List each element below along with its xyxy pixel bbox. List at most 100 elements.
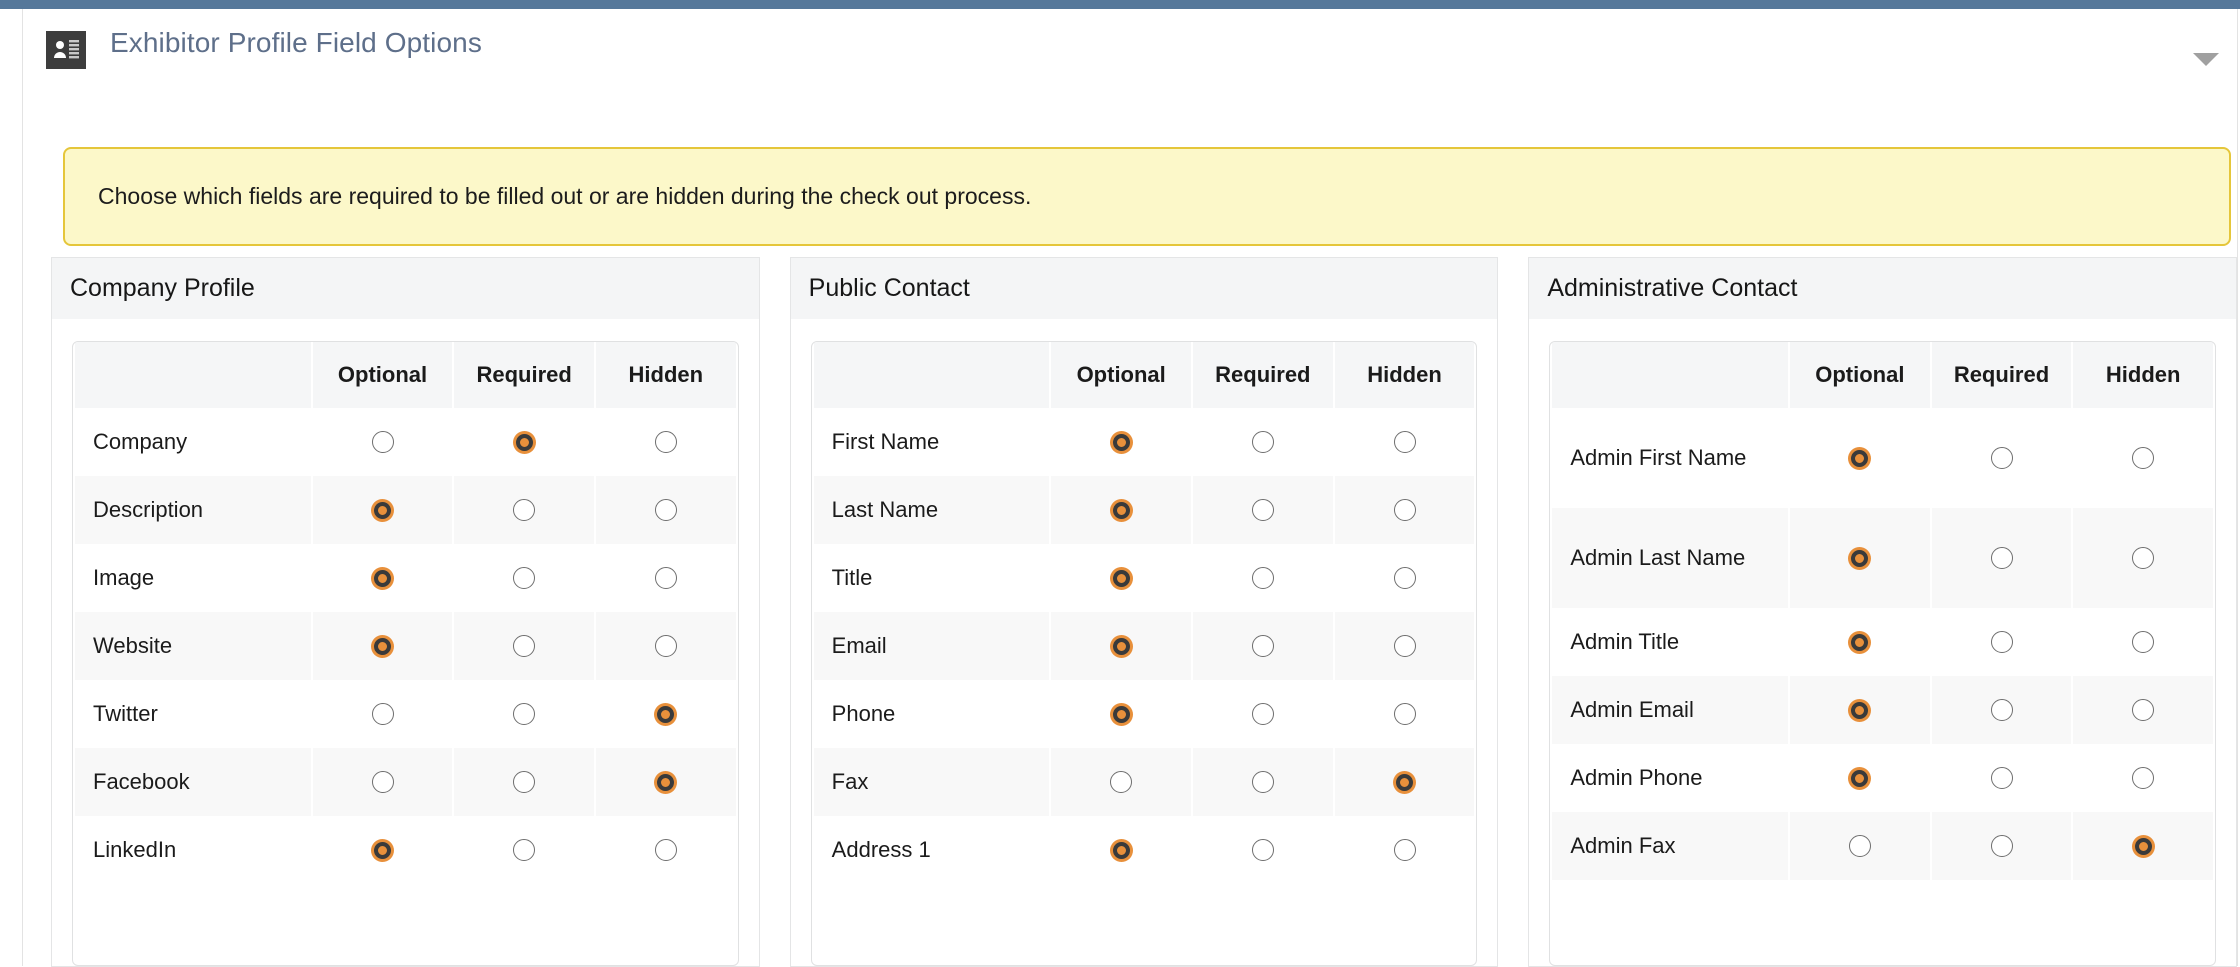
radio-cell-optional[interactable] xyxy=(312,612,453,680)
radio-hidden-admin-fax[interactable] xyxy=(2131,834,2155,858)
radio-hidden-twitter[interactable] xyxy=(654,702,678,726)
radio-optional-admin-email[interactable] xyxy=(1848,698,1872,722)
radio-optional-admin-first-name[interactable] xyxy=(1848,446,1872,470)
radio-cell-optional[interactable] xyxy=(1790,812,1930,880)
radio-required-admin-first-name[interactable] xyxy=(1990,447,2013,469)
radio-cell-hidden[interactable] xyxy=(1334,612,1475,680)
radio-optional-admin-phone[interactable] xyxy=(1848,766,1872,790)
radio-hidden-email[interactable] xyxy=(1393,635,1416,657)
radio-cell-optional[interactable] xyxy=(312,680,453,748)
radio-cell-required[interactable] xyxy=(1931,608,2072,676)
radio-cell-required[interactable] xyxy=(454,476,594,544)
radio-hidden-title[interactable] xyxy=(1393,567,1416,589)
radio-cell-hidden[interactable] xyxy=(2073,744,2214,812)
radio-cell-optional[interactable] xyxy=(1790,508,1930,608)
radio-cell-required[interactable] xyxy=(454,544,594,612)
radio-cell-required[interactable] xyxy=(454,816,594,884)
radio-cell-hidden[interactable] xyxy=(2073,812,2214,880)
radio-cell-optional[interactable] xyxy=(1790,676,1930,744)
radio-cell-optional[interactable] xyxy=(1790,744,1930,812)
radio-required-admin-email[interactable] xyxy=(1990,699,2013,721)
radio-cell-required[interactable] xyxy=(454,612,594,680)
radio-optional-twitter[interactable] xyxy=(371,703,394,725)
radio-cell-hidden[interactable] xyxy=(595,680,736,748)
radio-cell-required[interactable] xyxy=(1193,680,1333,748)
radio-cell-hidden[interactable] xyxy=(1334,544,1475,612)
radio-required-image[interactable] xyxy=(513,567,536,589)
radio-cell-optional[interactable] xyxy=(1790,408,1930,508)
radio-optional-fax[interactable] xyxy=(1110,771,1133,793)
radio-required-linkedin[interactable] xyxy=(513,839,536,861)
radio-optional-admin-last-name[interactable] xyxy=(1848,546,1872,570)
radio-cell-required[interactable] xyxy=(454,408,594,476)
radio-optional-company[interactable] xyxy=(371,431,394,453)
radio-cell-required[interactable] xyxy=(1193,816,1333,884)
radio-cell-hidden[interactable] xyxy=(1334,816,1475,884)
radio-cell-optional[interactable] xyxy=(1051,476,1191,544)
radio-cell-required[interactable] xyxy=(1193,476,1333,544)
radio-required-admin-fax[interactable] xyxy=(1990,835,2013,857)
radio-optional-image[interactable] xyxy=(371,566,394,590)
radio-cell-optional[interactable] xyxy=(1051,408,1191,476)
radio-hidden-description[interactable] xyxy=(654,499,677,521)
radio-required-phone[interactable] xyxy=(1251,703,1274,725)
radio-hidden-admin-phone[interactable] xyxy=(2132,767,2155,789)
radio-hidden-admin-first-name[interactable] xyxy=(2132,447,2155,469)
radio-cell-hidden[interactable] xyxy=(2073,608,2214,676)
radio-cell-optional[interactable] xyxy=(312,748,453,816)
radio-cell-required[interactable] xyxy=(1193,612,1333,680)
radio-cell-hidden[interactable] xyxy=(595,748,736,816)
radio-optional-email[interactable] xyxy=(1109,634,1133,658)
radio-cell-optional[interactable] xyxy=(1051,748,1191,816)
radio-cell-required[interactable] xyxy=(1193,544,1333,612)
radio-cell-hidden[interactable] xyxy=(595,612,736,680)
radio-optional-title[interactable] xyxy=(1109,566,1133,590)
radio-cell-required[interactable] xyxy=(1931,408,2072,508)
radio-cell-hidden[interactable] xyxy=(595,544,736,612)
radio-cell-optional[interactable] xyxy=(1051,612,1191,680)
radio-cell-optional[interactable] xyxy=(1051,680,1191,748)
radio-optional-admin-fax[interactable] xyxy=(1848,835,1871,857)
radio-cell-hidden[interactable] xyxy=(2073,508,2214,608)
radio-required-company[interactable] xyxy=(512,430,536,454)
radio-hidden-admin-last-name[interactable] xyxy=(2132,547,2155,569)
radio-hidden-admin-title[interactable] xyxy=(2132,631,2155,653)
radio-optional-admin-title[interactable] xyxy=(1848,630,1872,654)
radio-required-admin-phone[interactable] xyxy=(1990,767,2013,789)
radio-hidden-phone[interactable] xyxy=(1393,703,1416,725)
radio-required-website[interactable] xyxy=(513,635,536,657)
radio-optional-website[interactable] xyxy=(371,634,394,658)
radio-hidden-address-1[interactable] xyxy=(1393,839,1416,861)
radio-cell-hidden[interactable] xyxy=(595,816,736,884)
radio-hidden-facebook[interactable] xyxy=(654,770,678,794)
radio-cell-optional[interactable] xyxy=(312,544,453,612)
radio-cell-required[interactable] xyxy=(1193,408,1333,476)
radio-cell-optional[interactable] xyxy=(312,408,453,476)
radio-cell-hidden[interactable] xyxy=(1334,408,1475,476)
radio-hidden-website[interactable] xyxy=(654,635,677,657)
radio-cell-optional[interactable] xyxy=(312,816,453,884)
radio-optional-first-name[interactable] xyxy=(1109,430,1133,454)
radio-cell-hidden[interactable] xyxy=(2073,676,2214,744)
radio-cell-required[interactable] xyxy=(1931,676,2072,744)
radio-hidden-company[interactable] xyxy=(654,431,677,453)
radio-cell-optional[interactable] xyxy=(1051,816,1191,884)
radio-required-admin-last-name[interactable] xyxy=(1990,547,2013,569)
radio-cell-required[interactable] xyxy=(1931,744,2072,812)
radio-cell-required[interactable] xyxy=(1931,812,2072,880)
radio-hidden-linkedin[interactable] xyxy=(654,839,677,861)
radio-optional-description[interactable] xyxy=(371,498,394,522)
radio-hidden-first-name[interactable] xyxy=(1393,431,1416,453)
radio-required-email[interactable] xyxy=(1251,635,1274,657)
radio-required-description[interactable] xyxy=(513,499,536,521)
radio-hidden-last-name[interactable] xyxy=(1393,499,1416,521)
radio-required-fax[interactable] xyxy=(1251,771,1274,793)
radio-cell-hidden[interactable] xyxy=(1334,476,1475,544)
chevron-down-icon[interactable] xyxy=(2193,53,2219,66)
radio-hidden-admin-email[interactable] xyxy=(2132,699,2155,721)
radio-cell-optional[interactable] xyxy=(1051,544,1191,612)
radio-required-title[interactable] xyxy=(1251,567,1274,589)
radio-cell-required[interactable] xyxy=(1931,508,2072,608)
radio-cell-hidden[interactable] xyxy=(2073,408,2214,508)
radio-cell-required[interactable] xyxy=(454,680,594,748)
